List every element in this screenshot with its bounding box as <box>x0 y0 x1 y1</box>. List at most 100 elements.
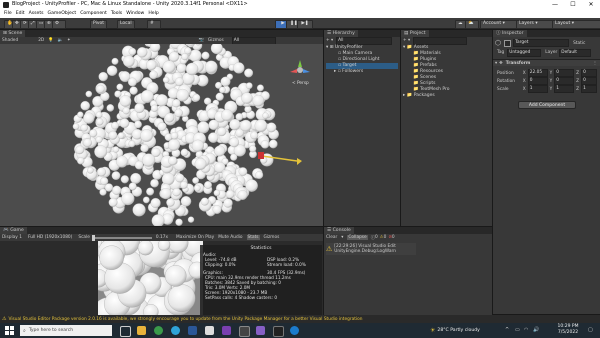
scale-y-field[interactable]: 1 <box>554 85 575 93</box>
hierarchy-add-button[interactable]: + ▾ <box>326 38 333 43</box>
game-toolbar: Display 1 Full HD (1920x1080) Scale 0.17… <box>0 234 323 241</box>
chrome-icon[interactable] <box>154 326 163 335</box>
game-render-view[interactable] <box>98 241 203 315</box>
mute-audio-toggle[interactable]: Mute Audio <box>218 235 242 240</box>
position-z-field[interactable]: 0 <box>581 69 597 77</box>
pivot-toggle[interactable]: Pivot <box>90 20 108 29</box>
layer-dropdown[interactable]: Default <box>559 48 592 57</box>
rotation-z-field[interactable]: 0 <box>581 77 597 85</box>
status-bar[interactable]: ⚠ Visual Studio Editor Package version 2… <box>0 315 600 323</box>
start-windows-icon[interactable] <box>5 326 14 335</box>
project-add-button[interactable]: + ▾ <box>403 38 410 43</box>
close-button[interactable]: ✕ <box>582 0 600 10</box>
scale-x-field[interactable]: 1 <box>527 85 548 93</box>
sphere <box>116 155 128 168</box>
position-x-field[interactable]: 22.05 <box>527 69 548 77</box>
grid-snap-icon[interactable]: # <box>147 20 161 29</box>
tag-dropdown[interactable]: Untagged <box>507 48 542 57</box>
audio-icon[interactable]: 🔈 <box>58 38 63 43</box>
clear-dropdown-icon[interactable]: ▾ <box>341 235 343 240</box>
network-icon[interactable]: ▭ <box>515 327 520 333</box>
tab-scene[interactable]: ⊞ Scene <box>0 30 26 37</box>
taskbar-search-input[interactable]: ⌕ Type here to search <box>20 325 112 336</box>
console-entry[interactable]: ⚠ [22:29:26] Visual Studio Edit UnityEng… <box>326 243 416 255</box>
scene-gizmos-dropdown[interactable]: Gizmos <box>208 38 224 43</box>
layout-dropdown[interactable]: Layout ▾ <box>552 20 600 29</box>
maximize-on-play-toggle[interactable]: Maximize On Play <box>176 235 214 240</box>
perspective-label[interactable]: < Persp <box>292 81 309 86</box>
layers-dropdown[interactable]: Layers ▾ <box>516 20 555 29</box>
transform-header[interactable]: ▾ ✥ Transform ⋮ <box>493 59 600 66</box>
object-name-field[interactable]: Target <box>513 39 570 47</box>
lighting-icon[interactable]: 💡 <box>48 38 53 43</box>
add-component-button[interactable]: Add Component <box>518 101 576 109</box>
target-gizmo-icon[interactable] <box>258 152 264 159</box>
hierarchy-item-followers[interactable]: ▸ ▫ Followers <box>326 69 398 75</box>
game-gizmos-dropdown[interactable]: Gizmos <box>264 235 280 240</box>
x-axis-arrow-icon[interactable] <box>297 158 302 165</box>
tab-game[interactable]: 🎮 Game <box>0 227 27 234</box>
sphere <box>201 51 210 60</box>
sphere <box>200 197 209 206</box>
weather-widget[interactable]: ☀ 28°C Partly cloudy <box>430 326 480 335</box>
shading-mode-dropdown[interactable]: Shaded <box>2 38 18 43</box>
menu-gameobject[interactable]: GameObject <box>48 10 77 18</box>
edge-icon[interactable] <box>171 326 180 335</box>
menu-edit[interactable]: Edit <box>16 10 25 18</box>
rotation-x-field[interactable]: 0 <box>527 77 548 85</box>
unity-editor-icon[interactable] <box>239 326 250 337</box>
scene-viewport[interactable]: < Persp <box>0 44 323 226</box>
account-dropdown[interactable]: Account ▾ <box>480 20 519 29</box>
clock[interactable]: 10:29 PM 7/5/2022 <box>553 324 583 336</box>
display-dropdown[interactable]: Display 1 <box>2 235 22 240</box>
camera-icon[interactable]: 📷 <box>199 38 204 43</box>
menu-tools[interactable]: Tools <box>111 10 122 18</box>
tab-console[interactable]: ☰ Console <box>324 227 354 234</box>
step-button[interactable]: ▶❚ <box>297 20 313 29</box>
cloud-icon[interactable]: ⛅ <box>465 20 479 29</box>
2d-toggle[interactable]: 2D <box>38 38 44 43</box>
stats-toggle[interactable]: Stats <box>246 235 260 240</box>
app-icon[interactable] <box>222 326 231 335</box>
hierarchy-search-input[interactable]: All <box>336 36 393 45</box>
menu-component[interactable]: Component <box>80 10 107 18</box>
menu-window[interactable]: Window <box>126 10 144 18</box>
unity-hub-icon[interactable] <box>205 326 214 335</box>
menu-help[interactable]: Help <box>148 10 158 18</box>
menu-file[interactable]: File <box>4 10 12 18</box>
scale-z-field[interactable]: 1 <box>581 85 597 93</box>
custom-tool-icon[interactable]: ⚙ <box>52 20 66 29</box>
volume-icon[interactable]: 🔊 <box>533 327 539 333</box>
collapse-toggle[interactable]: Collapse <box>347 235 368 240</box>
sphere <box>245 179 258 192</box>
orientation-gizmo-icon[interactable] <box>290 60 310 80</box>
scale-slider-thumb[interactable] <box>91 234 95 241</box>
effects-icon[interactable]: ✦ <box>67 38 71 43</box>
position-y-field[interactable]: 0 <box>554 69 575 77</box>
scale-slider[interactable] <box>91 234 152 241</box>
clear-button[interactable]: Clear <box>326 235 337 240</box>
hierarchy-item-label: Target <box>342 63 357 68</box>
word-icon[interactable] <box>188 326 197 335</box>
minimize-button[interactable]: — <box>546 0 564 10</box>
wifi-icon[interactable]: ◠ <box>524 327 528 333</box>
tab-inspector[interactable]: ⓘ Inspector <box>493 30 527 37</box>
menu-assets[interactable]: Assets <box>29 10 44 18</box>
visual-studio-icon[interactable] <box>256 326 265 335</box>
local-toggle[interactable]: Local <box>117 20 135 29</box>
edge-beta-icon[interactable] <box>290 326 299 335</box>
maximize-button[interactable]: ☐ <box>564 0 582 10</box>
project-search-input[interactable] <box>413 36 468 45</box>
resolution-dropdown[interactable]: Full HD (1920x1080) <box>28 235 72 240</box>
active-checkbox[interactable] <box>504 39 512 47</box>
task-view-icon[interactable] <box>120 326 131 337</box>
terminal-icon[interactable] <box>273 326 284 337</box>
static-toggle[interactable]: Static <box>573 41 585 46</box>
packages-folder[interactable]: ▸ 📁 Packages <box>403 93 491 99</box>
tray-chevron-icon[interactable]: ^ <box>505 327 509 333</box>
rotation-y-field[interactable]: 0 <box>554 77 575 85</box>
component-menu-icon[interactable]: ⋮ <box>593 61 597 66</box>
status-warning-icon: ⚠ <box>2 316 7 322</box>
explorer-icon[interactable] <box>137 326 146 335</box>
notification-icon[interactable]: ▢ <box>588 327 593 333</box>
